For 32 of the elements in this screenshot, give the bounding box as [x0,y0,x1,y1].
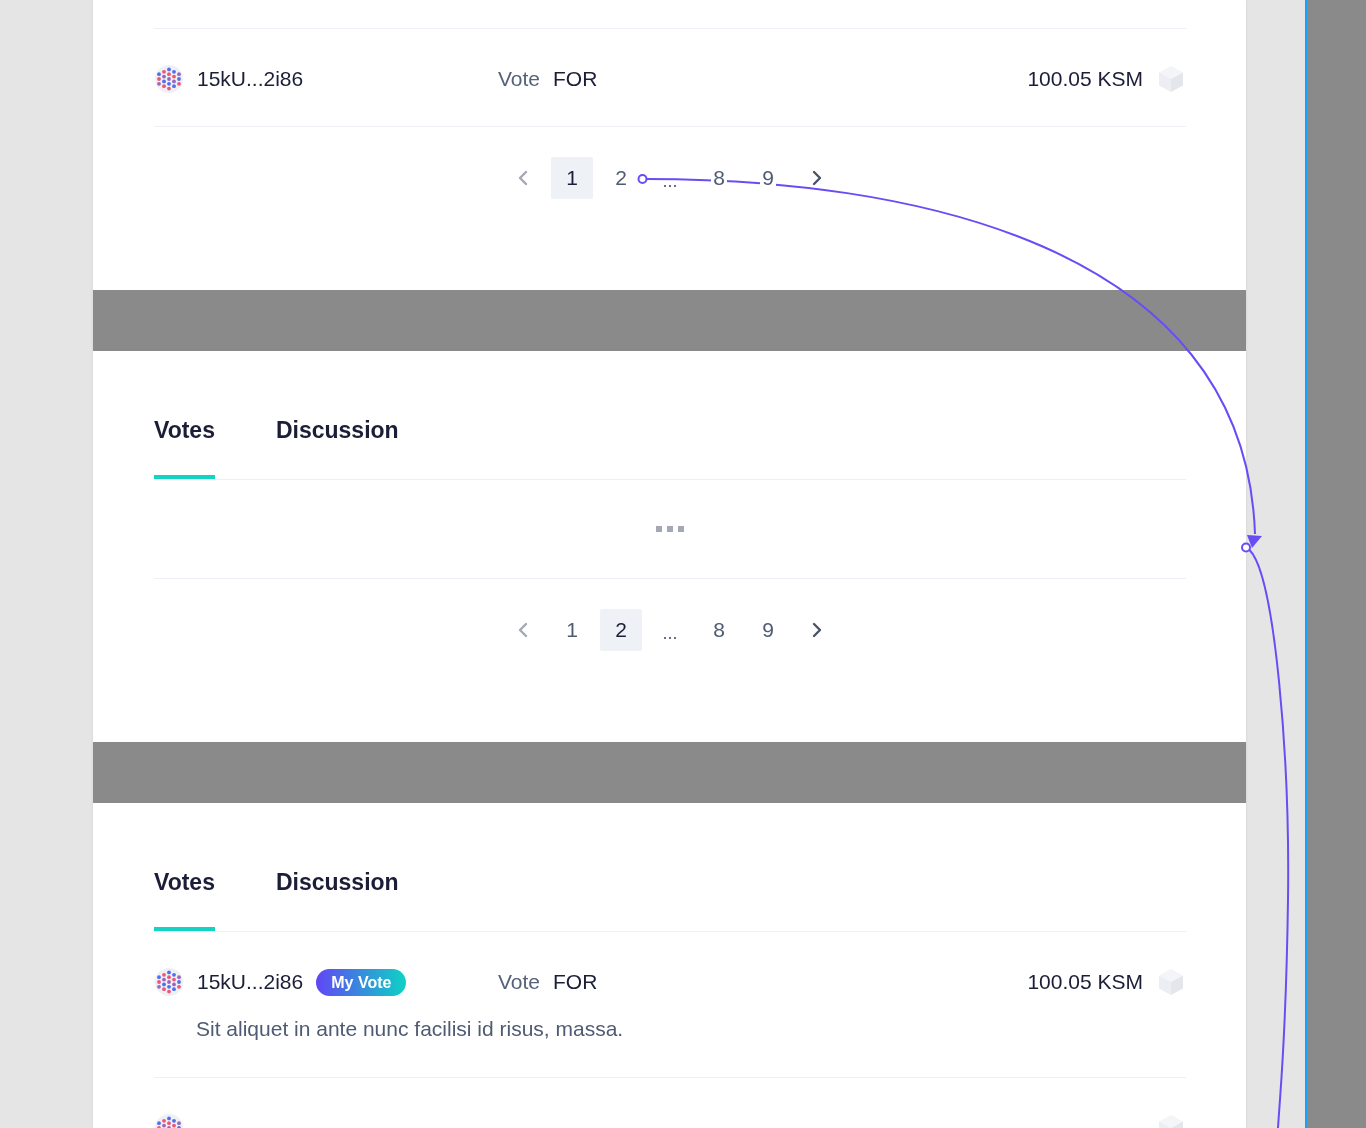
cube-icon [1157,64,1185,94]
identicon-icon [155,968,183,996]
page-button[interactable]: 2 [600,609,642,651]
vote-comment: Sit aliquet in ante nunc facilisi id risus, massa. [196,1016,625,1042]
page-button[interactable]: 9 [747,609,789,651]
vote-value: FOR [553,66,598,92]
account-address: 15kU...2i86 [197,969,304,995]
my-vote-badge: My Vote [316,968,407,996]
tab[interactable]: Discussion [275,391,399,479]
page-ellipsis: ... [661,169,679,193]
page-ellipsis: ... [661,621,679,645]
tab[interactable]: Votes [154,391,215,479]
tab[interactable]: Votes [154,843,215,931]
vote-label: Vote [498,66,541,92]
chevron-left-icon [518,170,528,186]
vote-amount: 100.05 KSM [1027,66,1143,92]
account-address: 15kU...2i86 [197,66,304,92]
page-button[interactable]: 8 [698,157,740,199]
page-button[interactable]: 1 [551,157,593,199]
vote-label: Vote [498,969,541,995]
page-button[interactable]: 9 [747,157,789,199]
cube-icon [1157,967,1185,997]
chevron-left-icon [518,622,528,638]
chevron-right-icon [812,170,822,186]
chevron-right-icon [812,622,822,638]
identicon-icon [155,65,183,93]
page-button[interactable]: 8 [698,609,740,651]
page-button[interactable]: 1 [551,609,593,651]
vote-value: FOR [553,969,598,995]
vote-amount: 100.05 KSM [1027,969,1143,995]
page-button[interactable]: 2 [600,157,642,199]
tab[interactable]: Discussion [275,843,399,931]
